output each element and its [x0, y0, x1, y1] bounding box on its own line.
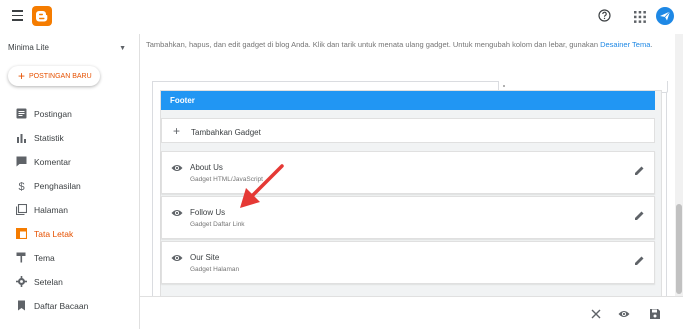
sidebar-item-penghasilan[interactable]: $ Penghasilan — [0, 174, 139, 198]
new-post-button[interactable]: + POSTINGAN BARU — [8, 66, 100, 86]
blog-name: Minima Lite — [8, 43, 49, 52]
apps-grid-icon[interactable] — [634, 10, 646, 23]
theme-roller-icon — [16, 252, 26, 263]
eye-icon[interactable] — [618, 308, 630, 320]
pencil-edit-icon[interactable] — [634, 255, 645, 266]
gadget-our-site[interactable]: Our Site Gadget Halaman — [161, 241, 655, 284]
footer-header: Footer — [161, 91, 655, 110]
save-icon[interactable] — [649, 308, 661, 320]
eye-icon[interactable] — [171, 163, 183, 173]
gadget-type: Gadget Halaman — [190, 266, 240, 273]
theme-designer-link[interactable]: Desainer Tema — [600, 40, 650, 49]
eye-icon[interactable] — [171, 208, 183, 218]
sidebar-item-label: Postingan — [34, 109, 72, 119]
sidebar-item-statistik[interactable]: Statistik — [0, 126, 139, 150]
chevron-down-icon: ▼ — [119, 45, 126, 52]
gadget-type: Gadget Daftar Link — [190, 221, 245, 228]
gear-icon — [16, 276, 27, 287]
sidebar-item-label: Tema — [34, 253, 55, 263]
eye-icon[interactable] — [171, 253, 183, 263]
new-post-label: POSTINGAN BARU — [29, 72, 92, 80]
sidebar-item-label: Setelan — [34, 277, 63, 287]
gadget-title: Our Site — [190, 253, 220, 262]
sidebar-item-label: Tata Letak — [34, 229, 74, 239]
pages-icon — [16, 204, 27, 215]
sidebar-item-tema[interactable]: Tema — [0, 246, 139, 270]
dollar-icon: $ — [19, 181, 25, 191]
comment-icon — [16, 156, 27, 167]
intro-end: . — [650, 40, 653, 49]
sidebar-item-postingan[interactable]: Postingan — [0, 102, 139, 126]
red-annotation-arrow — [240, 164, 284, 208]
intro-body: Tambahkan, hapus, dan edit gadget di blo… — [146, 40, 601, 49]
gadget-title: Follow Us — [190, 208, 226, 217]
bookmark-icon — [18, 300, 25, 311]
svg-text:$: $ — [19, 181, 25, 191]
pencil-edit-icon[interactable] — [634, 210, 645, 221]
sidebar-item-label: Statistik — [34, 133, 64, 143]
sidebar-item-halaman[interactable]: Halaman — [0, 198, 139, 222]
sidebar-item-setelan[interactable]: Setelan — [0, 270, 139, 294]
sidebar-item-tata-letak[interactable]: Tata Letak — [0, 222, 139, 246]
bottom-action-bar — [140, 296, 683, 329]
sidebar-item-komentar[interactable]: Komentar — [0, 150, 139, 174]
gadget-title: About Us — [190, 163, 223, 172]
plus-icon: + — [173, 124, 181, 138]
layout-icon — [16, 228, 27, 239]
scrollbar-thumb[interactable] — [676, 204, 682, 294]
stats-icon — [17, 134, 26, 143]
account-avatar[interactable] — [656, 7, 674, 25]
close-icon[interactable] — [590, 308, 602, 320]
help-circle-icon[interactable] — [598, 9, 611, 22]
blogger-logo[interactable] — [32, 6, 52, 26]
sidebar: Minima Lite ▼ + POSTINGAN BARU Postingan… — [0, 34, 140, 329]
sidebar-item-label: Komentar — [34, 157, 71, 167]
blog-selector[interactable]: Minima Lite ▼ — [8, 43, 128, 57]
sidebar-item-label: Halaman — [34, 205, 69, 215]
add-gadget-button[interactable]: + Tambahkan Gadget — [161, 118, 655, 143]
sidebar-item-daftar-bacaan[interactable]: Daftar Bacaan — [0, 294, 139, 318]
paper-plane-avatar-icon — [660, 11, 671, 21]
pencil-edit-icon[interactable] — [634, 165, 645, 176]
plus-icon: + — [18, 69, 26, 83]
intro-text: Tambahkan, hapus, dan edit gadget di blo… — [146, 39, 671, 51]
top-bar — [0, 0, 683, 34]
posts-icon — [16, 108, 27, 119]
scrollbar[interactable] — [675, 34, 683, 296]
hamburger-menu-icon[interactable] — [12, 10, 24, 22]
main-content: Tambahkan, hapus, dan edit gadget di blo… — [140, 34, 683, 329]
sidebar-item-label: Daftar Bacaan — [34, 301, 89, 311]
sidebar-item-label: Penghasilan — [34, 181, 81, 191]
add-gadget-label: Tambahkan Gadget — [191, 128, 261, 137]
